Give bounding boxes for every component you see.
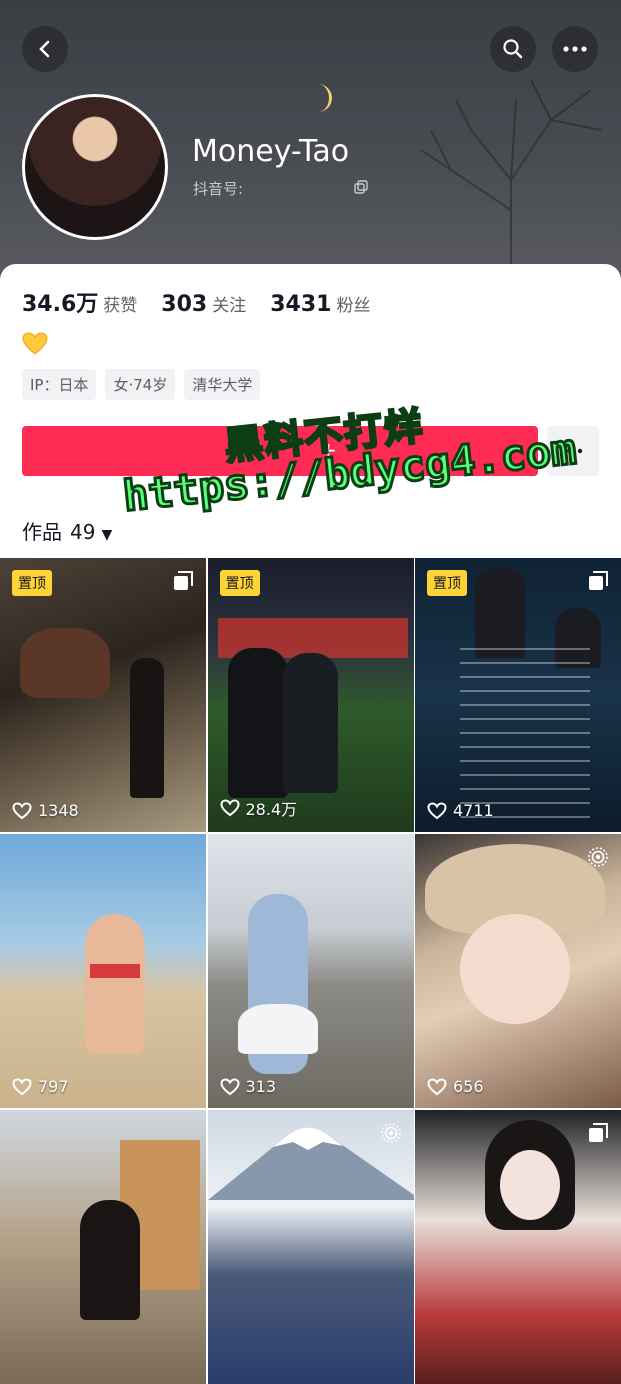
heart-outline-icon — [427, 801, 447, 819]
works-count: 49 — [70, 520, 96, 544]
heart-outline-icon — [219, 799, 240, 817]
copy-icon[interactable] — [354, 180, 368, 194]
video-thumbnail[interactable] — [415, 1110, 621, 1384]
yellow-heart-icon — [22, 332, 48, 355]
stat-likes[interactable]: 34.6万 获赞 — [22, 286, 137, 318]
heart-outline-icon — [427, 1077, 447, 1095]
like-count: 797 — [12, 1077, 69, 1096]
profile-stats: 34.6万 获赞 303 关注 3431 粉丝 — [22, 286, 370, 318]
video-thumbnail[interactable]: 置顶 1348 — [0, 558, 206, 832]
like-count: 4711 — [427, 801, 494, 820]
douyin-id-label: 抖音号: — [193, 180, 244, 198]
heart-outline-icon — [219, 1077, 240, 1095]
more-options-button[interactable] — [552, 26, 598, 72]
video-thumbnail[interactable]: 313 — [207, 834, 414, 1108]
multi-image-icon — [589, 571, 608, 590]
like-count: 1348 — [12, 801, 79, 820]
pinned-badge: 置顶 — [12, 570, 52, 596]
profile-tags: IP：日本 女·74岁 清华大学 — [22, 369, 261, 400]
video-thumbnail[interactable]: 置顶 28.4万 — [207, 558, 414, 832]
back-button[interactable] — [22, 26, 68, 72]
video-grid: 置顶 1348 置顶 28.4万 置顶 4711 797 313 656 — [0, 558, 621, 1384]
ellipsis-icon — [563, 46, 587, 52]
multi-image-icon — [174, 571, 193, 590]
video-thumbnail[interactable] — [0, 1110, 206, 1384]
profile-name: Money-Tao — [192, 134, 350, 169]
profile-header: Money-Tao 抖音号: — [0, 0, 621, 290]
heart-outline-icon — [12, 801, 32, 819]
like-count: 656 — [427, 1077, 484, 1096]
caret-down-icon: ▼ — [101, 527, 113, 543]
stat-followers[interactable]: 3431 粉丝 — [270, 291, 370, 317]
pinned-badge: 置顶 — [427, 570, 467, 596]
multi-image-icon — [589, 1123, 608, 1142]
search-icon — [503, 39, 523, 59]
live-photo-icon — [380, 1123, 401, 1143]
video-thumbnail[interactable]: 置顶 4711 — [415, 558, 621, 832]
live-photo-icon — [588, 847, 608, 867]
tag-ip: IP：日本 — [22, 369, 97, 400]
tag-school[interactable]: 清华大学 — [184, 369, 261, 400]
avatar[interactable] — [22, 94, 168, 240]
works-label: 作品 — [22, 520, 62, 544]
like-count: 313 — [219, 1077, 276, 1096]
tab-works[interactable]: 作品 49 ▼ — [22, 516, 112, 545]
back-arrow-icon — [39, 40, 50, 58]
tree-decoration — [420, 79, 602, 290]
video-thumbnail[interactable] — [207, 1110, 414, 1384]
heart-outline-icon — [12, 1077, 32, 1095]
pinned-badge: 置顶 — [219, 570, 260, 596]
video-thumbnail[interactable]: 797 — [0, 834, 206, 1108]
video-thumbnail[interactable]: 656 — [415, 834, 621, 1108]
stat-following[interactable]: 303 关注 — [161, 291, 246, 317]
search-button[interactable] — [490, 26, 536, 72]
like-count: 28.4万 — [219, 796, 297, 820]
moon-decoration — [318, 84, 332, 112]
tag-gender-age: 女·74岁 — [105, 369, 176, 400]
